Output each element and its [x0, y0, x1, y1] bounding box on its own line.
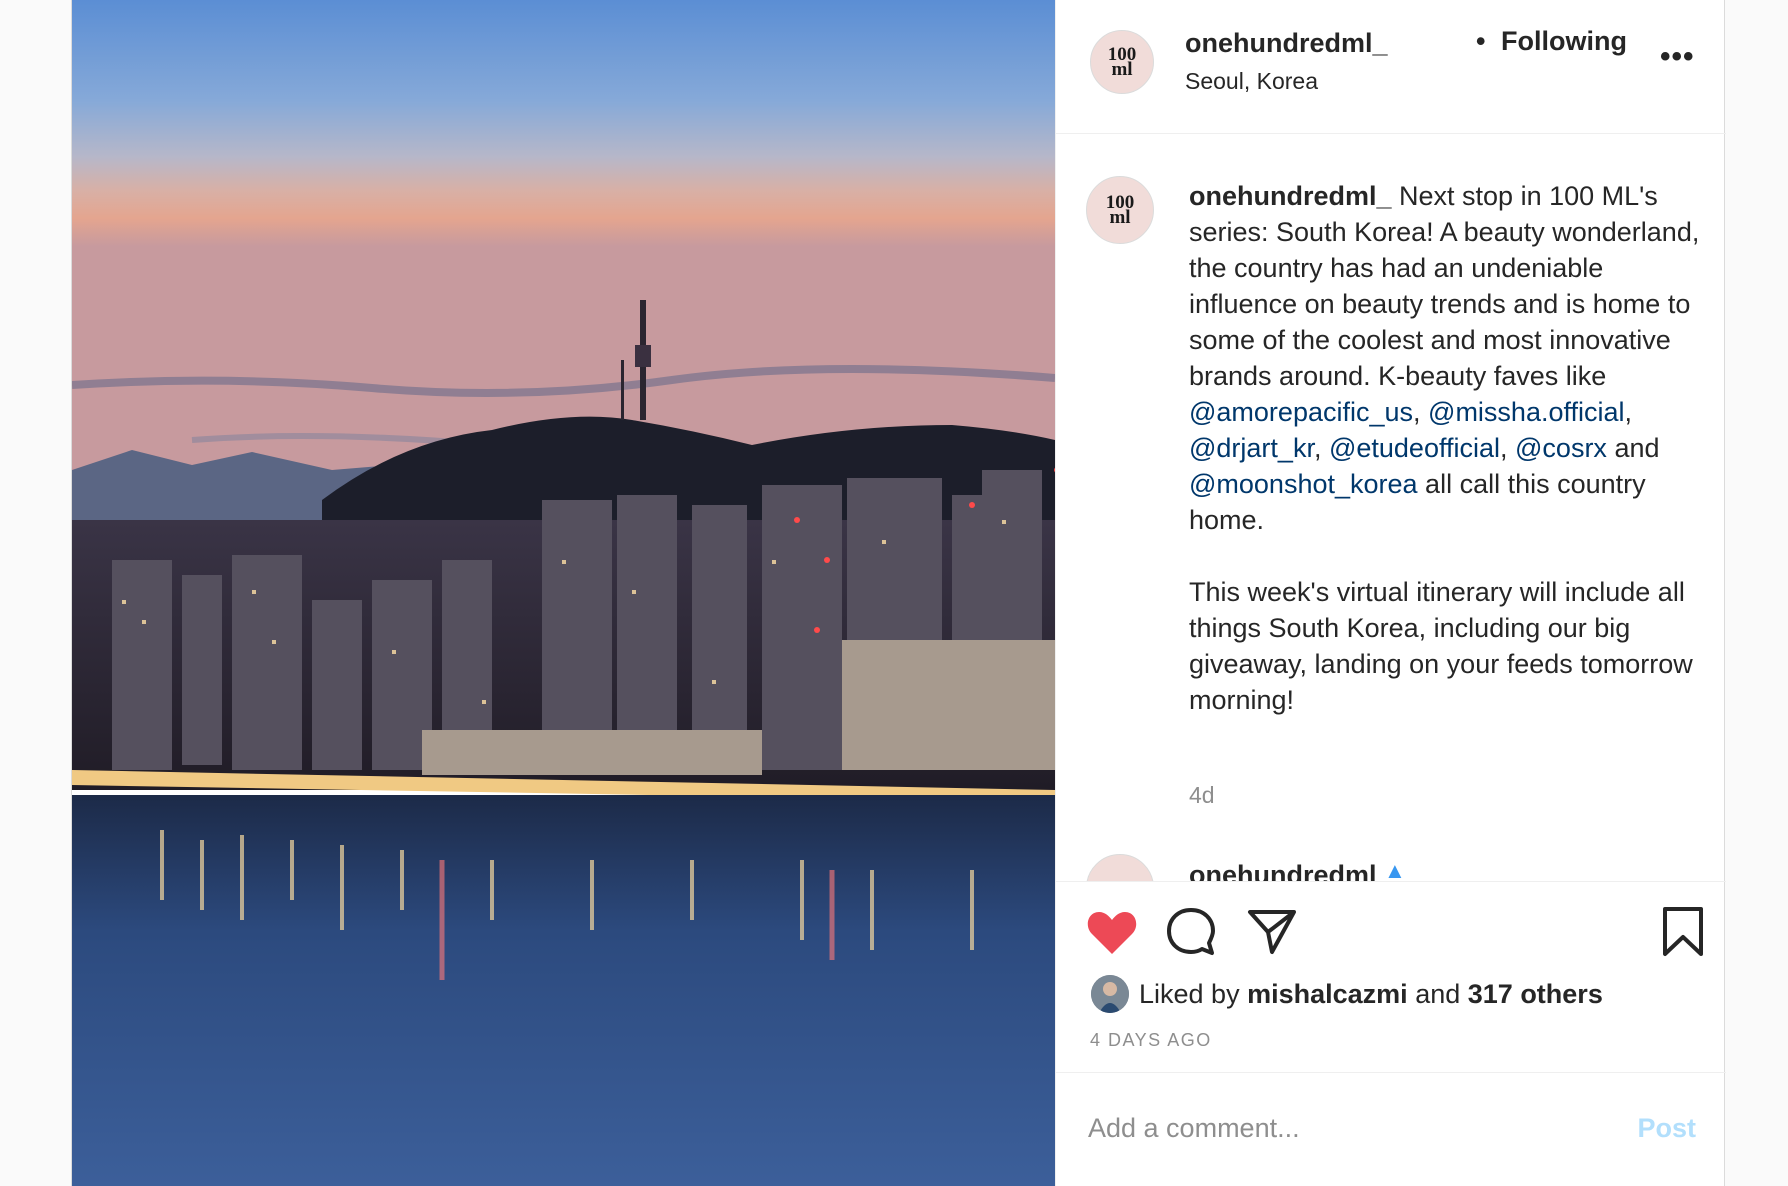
caption-age[interactable]: 4d — [1189, 782, 1215, 809]
post-dialog: 100 ml onehundredml_ • Following Seoul, K… — [71, 0, 1726, 1186]
likes-summary: Liked by mishalcazmi and 317 others — [1091, 974, 1603, 1014]
comment-input[interactable]: Add a comment... — [1088, 1113, 1300, 1144]
caption-text: , — [1313, 433, 1329, 463]
add-comment-bar: Add a comment... Post — [1056, 1073, 1726, 1186]
mention-link[interactable]: @drjart_kr — [1189, 433, 1314, 463]
post-sidebar: 100 ml onehundredml_ • Following Seoul, K… — [1055, 0, 1726, 1186]
comments-section[interactable]: 100 ml onehundredml_ Next stop in 100 ML'… — [1056, 134, 1726, 882]
bookmark-icon[interactable] — [1659, 906, 1707, 963]
mention-link[interactable]: @etudeofficial — [1329, 433, 1500, 463]
post-comment-button[interactable]: Post — [1637, 1113, 1696, 1144]
seoul-skyline-photo — [72, 0, 1055, 1186]
liker-avatar[interactable] — [1091, 975, 1129, 1013]
share-icon[interactable] — [1246, 906, 1298, 963]
comment-avatar[interactable] — [1086, 854, 1154, 881]
mention-link[interactable]: @moonshot_korea — [1189, 469, 1418, 499]
comment-icon[interactable] — [1165, 906, 1217, 963]
account-username[interactable]: onehundredml_ — [1185, 28, 1388, 59]
following-button[interactable]: Following — [1501, 26, 1627, 57]
likes-others-link[interactable]: 317 others — [1468, 979, 1603, 1010]
likes-and: and — [1415, 978, 1461, 1009]
mention-link[interactable]: @cosrx — [1515, 433, 1607, 463]
caption-text: , — [1624, 397, 1640, 427]
caption-text: , — [1500, 433, 1516, 463]
mention-link[interactable]: @missha.official — [1428, 397, 1624, 427]
post-timestamp[interactable]: 4 DAYS AGO — [1090, 1030, 1212, 1051]
more-options-icon[interactable]: ••• — [1660, 40, 1695, 74]
mention-link[interactable]: @amorepacific_us — [1189, 397, 1413, 427]
caption-text: all call this country home. This week's … — [1189, 469, 1693, 715]
action-bar: Liked by mishalcazmi and 317 others 4 DA… — [1056, 882, 1726, 1073]
post-location[interactable]: Seoul, Korea — [1185, 68, 1318, 95]
header-separator: • — [1476, 26, 1486, 56]
liker-username[interactable]: mishalcazmi — [1247, 979, 1408, 1010]
likes-prefix: Liked by — [1139, 978, 1240, 1009]
like-heart-icon[interactable] — [1086, 908, 1138, 961]
caption-text: Next stop in 100 ML's series: South Kore… — [1189, 181, 1707, 391]
post-header: 100 ml onehundredml_ • Following Seoul, K… — [1056, 0, 1726, 134]
verified-icon: ▲ — [1384, 858, 1406, 882]
caption-text: and — [1606, 433, 1667, 463]
post-photo[interactable] — [72, 0, 1055, 1186]
caption-username[interactable]: onehundredml_ — [1189, 181, 1392, 211]
caption-avatar[interactable]: 100 ml — [1086, 176, 1154, 244]
account-avatar[interactable]: 100 ml — [1090, 30, 1154, 94]
post-caption: onehundredml_ Next stop in 100 ML's seri… — [1189, 178, 1709, 718]
caption-text: , — [1413, 397, 1429, 427]
comment-username[interactable]: onehundredml_ — [1189, 860, 1392, 881]
